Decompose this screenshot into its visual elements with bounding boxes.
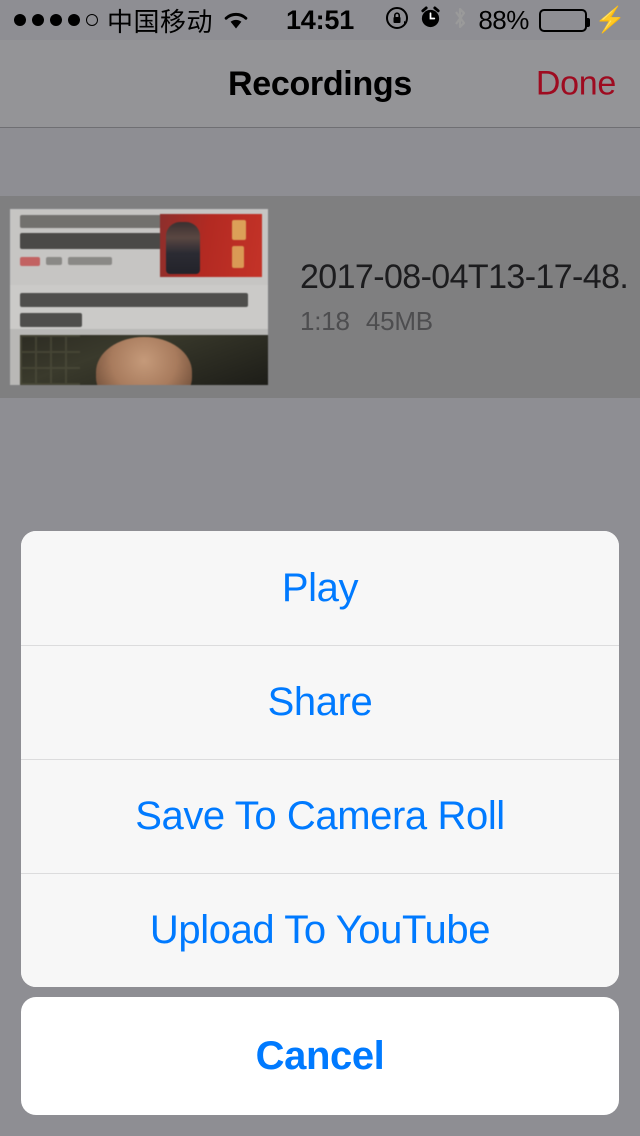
status-bar: 中国移动 14:51 88% ⚡ <box>0 0 640 40</box>
recording-size: 45MB <box>365 305 433 336</box>
thumbnail-tag <box>20 257 40 266</box>
list-top-spacer <box>0 129 640 196</box>
status-bar-left: 中国移动 <box>14 2 286 39</box>
table-row[interactable]: 2017-08-04T13-17-48.... 1:18 45MB <box>0 196 640 398</box>
thumbnail-headline-line <box>20 215 180 228</box>
action-sheet: Play Share Save To Camera Roll Upload To… <box>21 531 619 987</box>
thumbnail-photo-calligraphy-1 <box>232 220 246 240</box>
thumbnail-video-frame <box>20 335 268 385</box>
done-button[interactable]: Done <box>536 65 616 104</box>
action-play-button[interactable]: Play <box>21 531 619 645</box>
thumbnail-photo-calligraphy-2 <box>232 246 244 268</box>
recordings-list: 2017-08-04T13-17-48.... 1:18 45MB <box>0 129 640 398</box>
thumbnail-window-grid <box>20 335 80 385</box>
video-thumbnail <box>10 209 268 385</box>
iphone-screen: 中国移动 14:51 88% ⚡ Recordings Done 2017-08… <box>0 0 640 1136</box>
status-bar-center: 14:51 <box>286 5 354 36</box>
thumbnail-article-photo <box>160 214 262 277</box>
alarm-clock-icon <box>419 6 442 34</box>
status-bar-right: 88% ⚡ <box>354 5 626 36</box>
cancel-button[interactable]: Cancel <box>21 997 619 1115</box>
signal-dot-2 <box>32 14 44 26</box>
clock-label: 14:51 <box>285 4 355 35</box>
thumbnail-photo-figure <box>166 222 200 274</box>
battery-icon <box>538 8 590 32</box>
navigation-bar: Recordings Done <box>0 40 640 128</box>
thumbnail-headline-line-2 <box>20 233 168 249</box>
thumbnail-meta-2 <box>68 257 112 265</box>
cancel-button-label: Cancel <box>255 1033 385 1078</box>
action-upload-to-youtube-button[interactable]: Upload To YouTube <box>21 873 619 987</box>
carrier-label: 中国移动 <box>107 7 214 38</box>
recording-info: 2017-08-04T13-17-48.... 1:18 45MB <box>268 258 640 337</box>
signal-dot-3 <box>50 14 62 26</box>
signal-dot-5 <box>86 14 98 26</box>
thumbnail-text-line-2 <box>20 313 82 327</box>
signal-dot-1 <box>14 14 26 26</box>
page-title: Recordings <box>227 64 413 103</box>
thumbnail-meta-1 <box>46 257 62 265</box>
action-share-button[interactable]: Share <box>21 645 619 759</box>
thumbnail-text-line-1 <box>20 293 248 307</box>
bluetooth-icon <box>452 5 468 36</box>
recording-metadata: 1:18 45MB <box>300 306 630 337</box>
rotation-lock-icon <box>385 6 409 35</box>
recording-duration: 1:18 <box>300 305 350 336</box>
signal-dot-4 <box>68 14 80 26</box>
action-save-to-camera-roll-button[interactable]: Save To Camera Roll <box>21 759 619 873</box>
thumbnail-person-head <box>96 337 192 385</box>
recording-title: 2017-08-04T13-17-48.... <box>300 257 630 296</box>
charging-bolt-icon: ⚡ <box>594 5 626 34</box>
wifi-icon <box>222 10 250 30</box>
signal-strength-dots <box>14 14 98 26</box>
battery-percent-label: 88% <box>478 4 529 35</box>
